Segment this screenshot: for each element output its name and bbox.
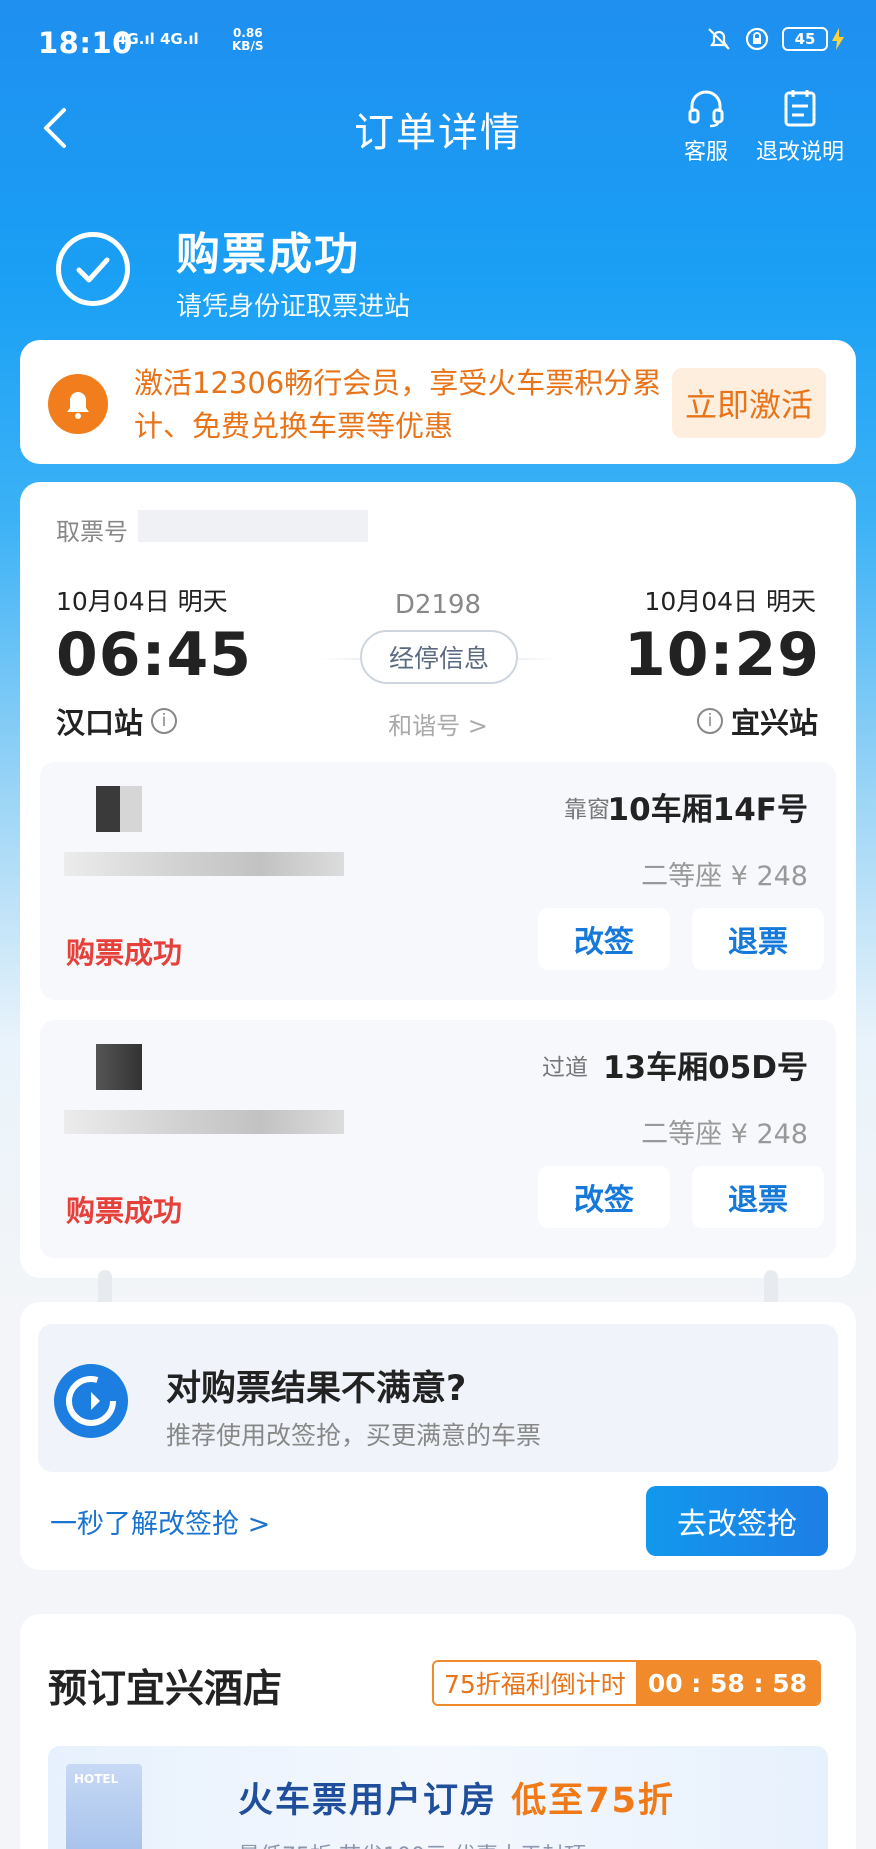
net-speed: 0.86 KB/S	[232, 27, 263, 53]
stop-info-button[interactable]: 经停信息	[360, 630, 518, 684]
customer-service-label: 客服	[683, 140, 728, 165]
passenger-name-redacted	[96, 786, 120, 832]
rebook-grab-card: 对购票结果不满意? 推荐使用改签抢，买更满意的车票 一秒了解改签抢 > 去改签抢	[20, 1302, 856, 1570]
arrival-station[interactable]: i 宜兴站	[696, 700, 818, 742]
go-rebook-grab-button[interactable]: 去改签抢	[646, 1486, 828, 1556]
departure-time: 06:45	[56, 620, 252, 690]
arrival-time: 10:29	[624, 620, 820, 690]
member-banner: 激活12306畅行会员，享受火车票积分累计、免费兑换车票等优惠 立即激活	[20, 340, 856, 464]
seat-position: 靠窗	[564, 797, 610, 823]
seat-class-price: 二等座 ¥ 248	[641, 861, 808, 892]
seat-class-price: 二等座 ¥ 248	[641, 1119, 808, 1150]
customer-service-button[interactable]: 客服	[656, 88, 756, 166]
info-icon: i	[151, 708, 178, 734]
banner-headline-main: 火车票用户订房	[238, 1781, 512, 1821]
passenger-name-redacted	[120, 786, 142, 832]
ticket-status: 购票成功	[66, 1194, 183, 1228]
rebook-grab-title: 对购票结果不满意?	[166, 1369, 467, 1409]
banner-headline-highlight: 低至75折	[511, 1781, 675, 1821]
lock-rotation-icon	[745, 27, 769, 51]
arrival-date: 10月04日 明天	[644, 587, 816, 616]
refund-policy-button[interactable]: 退改说明	[752, 88, 848, 166]
member-promo-text: 激活12306畅行会员，享受火车票积分累计、免费兑换车票等优惠	[134, 366, 662, 443]
success-subtitle: 请凭身份证取票进站	[176, 292, 411, 322]
departure-station-name: 汉口站	[56, 706, 144, 740]
hotel-building-icon: HOTEL	[66, 1764, 142, 1849]
mute-bell-icon	[708, 28, 730, 50]
seat-number: 13车厢05D号	[602, 1050, 808, 1086]
ticket-status: 购票成功	[66, 936, 183, 970]
document-icon	[784, 90, 816, 127]
change-ticket-button[interactable]: 改签	[538, 908, 670, 970]
departure-date: 10月04日 明天	[56, 587, 228, 616]
departure-station[interactable]: 汉口站 i	[56, 700, 178, 742]
info-icon: i	[696, 708, 723, 734]
headset-icon	[688, 90, 724, 128]
status-bar: 18:10 4G.ıl 4G.ıl 0.86 KB/S 45	[0, 0, 876, 80]
hotel-banner[interactable]: HOTEL 火车票用户订房 低至75折 最低75折 节省100元 优惠大于封顶	[48, 1746, 828, 1849]
train-number: D2198	[394, 590, 482, 620]
hotel-sign: HOTEL	[74, 1772, 119, 1786]
refund-ticket-button[interactable]: 退票	[692, 1166, 824, 1228]
refund-ticket-button[interactable]: 退票	[692, 908, 824, 970]
banner-headline: 火车票用户订房 低至75折	[238, 1772, 675, 1823]
passenger-id-redacted	[64, 1110, 344, 1134]
grab-ticket-icon	[54, 1364, 128, 1438]
train-type-link[interactable]: 和谐号 >	[338, 706, 538, 741]
seat-position: 过道	[542, 1055, 588, 1081]
learn-rebook-grab-link[interactable]: 一秒了解改签抢 >	[50, 1502, 270, 1541]
change-ticket-button[interactable]: 改签	[538, 1166, 670, 1228]
bell-icon	[48, 374, 108, 434]
promo-countdown: 75折福利倒计时 00 : 58 : 58	[432, 1660, 821, 1706]
activate-member-button[interactable]: 立即激活	[672, 368, 826, 438]
rebook-grab-subtitle: 推荐使用改签抢，买更满意的车票	[166, 1421, 542, 1450]
battery-level: 45	[782, 27, 828, 51]
signal-indicator: 4G.ıl 4G.ıl	[116, 30, 199, 48]
ticket-number-redacted	[138, 510, 368, 542]
passenger-name-redacted	[96, 1044, 142, 1090]
passenger-row: 靠窗 10车厢14F号 二等座 ¥ 248 购票成功 改签 退票	[40, 762, 836, 1000]
hotel-title: 预订宜兴酒店	[48, 1667, 283, 1712]
success-title: 购票成功	[176, 229, 360, 280]
passenger-row: 过道 13车厢05D号 二等座 ¥ 248 购票成功 改签 退票	[40, 1020, 836, 1258]
check-circle-icon	[56, 232, 130, 306]
promo-label: 75折福利倒计时	[434, 1662, 636, 1704]
status-icons: 45	[706, 26, 844, 52]
arrival-station-name: 宜兴站	[730, 706, 818, 740]
seat-number: 10车厢14F号	[607, 792, 808, 828]
charging-icon	[832, 28, 844, 50]
hotel-promo-card: 预订宜兴酒店 75折福利倒计时 00 : 58 : 58 HOTEL 火车票用户…	[20, 1614, 856, 1849]
ticket-number-label: 取票号	[56, 518, 128, 546]
passenger-id-redacted	[64, 852, 344, 876]
ticket-card: 取票号 10月04日 明天 10月04日 明天 D2198 06:45 10:2…	[20, 482, 856, 1278]
refund-policy-label: 退改说明	[755, 140, 844, 165]
banner-subtext: 最低75折 节省100元 优惠大于封顶	[238, 1838, 586, 1849]
rebook-grab-info: 对购票结果不满意? 推荐使用改签抢，买更满意的车票	[38, 1324, 838, 1472]
net-speed-unit: KB/S	[232, 39, 264, 53]
countdown-timer: 00 : 58 : 58	[635, 1662, 819, 1704]
